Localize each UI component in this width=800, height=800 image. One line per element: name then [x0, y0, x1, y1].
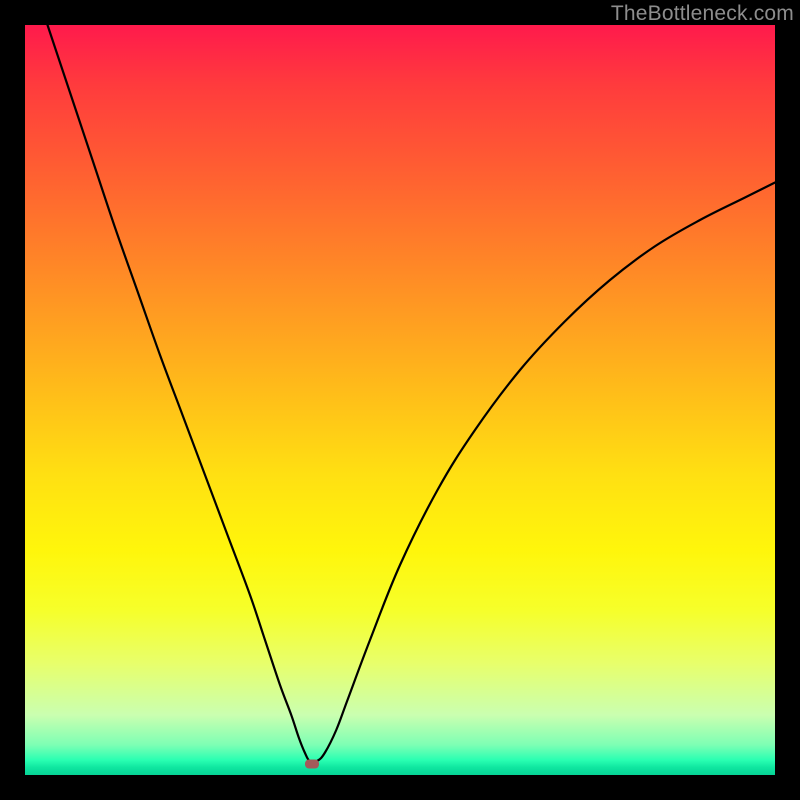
chart-container: TheBottleneck.com — [0, 0, 800, 800]
watermark-text: TheBottleneck.com — [611, 2, 794, 26]
optimal-point-marker — [305, 759, 319, 768]
bottleneck-curve — [25, 25, 775, 775]
